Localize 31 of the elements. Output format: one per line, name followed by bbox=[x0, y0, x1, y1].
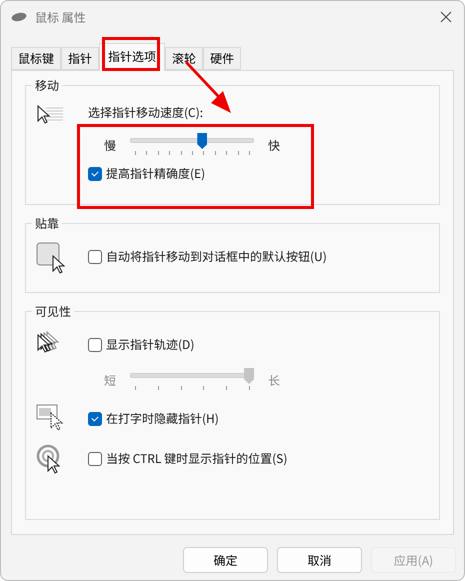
tab[interactable]: 指针 bbox=[61, 47, 100, 70]
checkbox-label: 显示指针轨迹(D) bbox=[106, 336, 194, 353]
dialog-button[interactable]: 取消 bbox=[277, 547, 362, 573]
tab[interactable]: 硬件 bbox=[203, 47, 242, 70]
slider-thumb[interactable] bbox=[197, 133, 208, 149]
checkbox-label: 当按 CTRL 键时显示指针的位置(S) bbox=[106, 450, 288, 467]
slider-max-label: 快 bbox=[268, 136, 280, 154]
window-title: 鼠标 属性 bbox=[35, 8, 87, 26]
checkbox[interactable] bbox=[88, 250, 102, 264]
checkbox[interactable] bbox=[88, 452, 102, 466]
checkbox[interactable] bbox=[88, 412, 102, 426]
slider-min-label: 慢 bbox=[104, 136, 116, 154]
slider-label: 选择指针移动速度(C): bbox=[88, 104, 204, 121]
dialog-button[interactable]: 确定 bbox=[183, 547, 268, 573]
group-title: 可见性 bbox=[32, 303, 74, 320]
checkbox[interactable] bbox=[88, 166, 102, 180]
group-title: 移动 bbox=[32, 77, 62, 94]
group-title: 贴靠 bbox=[32, 215, 62, 232]
checkbox-label: 自动将指针移动到对话框中的默认按钮(U) bbox=[106, 248, 327, 265]
slider-min-label: 短 bbox=[104, 372, 116, 388]
slider-max-label: 长 bbox=[268, 372, 280, 388]
snap-pointer-icon bbox=[36, 242, 68, 276]
checkbox-label: 提高指针精确度(E) bbox=[106, 165, 206, 182]
tab[interactable]: 鼠标键 bbox=[11, 47, 62, 70]
checkbox[interactable] bbox=[88, 338, 102, 352]
mouse-icon bbox=[11, 12, 27, 22]
hide-pointer-icon bbox=[36, 404, 64, 432]
highlight-frame bbox=[102, 37, 160, 71]
close-button[interactable] bbox=[438, 9, 454, 25]
checkbox-label: 在打字时隐藏指针(H) bbox=[106, 410, 219, 427]
tab[interactable]: 滚轮 bbox=[165, 47, 204, 70]
